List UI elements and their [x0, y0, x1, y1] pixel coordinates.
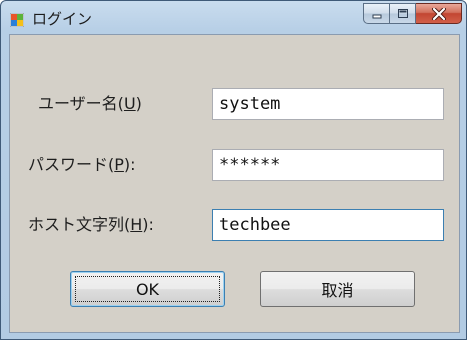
maximize-icon	[397, 9, 408, 18]
windows-form-icon	[10, 13, 24, 27]
title-bar[interactable]: ログイン	[1, 1, 466, 35]
dialog-body: ユーザー名(U) system パスワード(P): ****** ホスト文字列(…	[9, 34, 460, 333]
window-title: ログイン	[32, 10, 93, 28]
focus-rectangle	[75, 276, 220, 302]
ok-button[interactable]: OK	[70, 271, 225, 307]
username-input[interactable]: system	[212, 88, 444, 120]
cancel-button[interactable]: 取消	[260, 271, 415, 307]
host-string-input[interactable]: techbee	[212, 209, 444, 241]
username-label: ユーザー名(U)	[38, 94, 142, 113]
minimize-icon	[372, 14, 381, 18]
maximize-button[interactable]	[390, 3, 416, 24]
caption-buttons	[363, 3, 462, 24]
cancel-button-label: 取消	[321, 281, 354, 300]
close-icon	[431, 7, 446, 20]
host-string-label: ホスト文字列(H):	[28, 215, 154, 234]
login-dialog-window: ログイン ユーザー名(U) system パスワード(P): ****** ホス…	[0, 0, 467, 340]
password-label: パスワード(P):	[28, 155, 136, 174]
password-input[interactable]: ******	[212, 149, 444, 181]
close-button[interactable]	[416, 3, 462, 24]
minimize-button[interactable]	[363, 3, 390, 24]
